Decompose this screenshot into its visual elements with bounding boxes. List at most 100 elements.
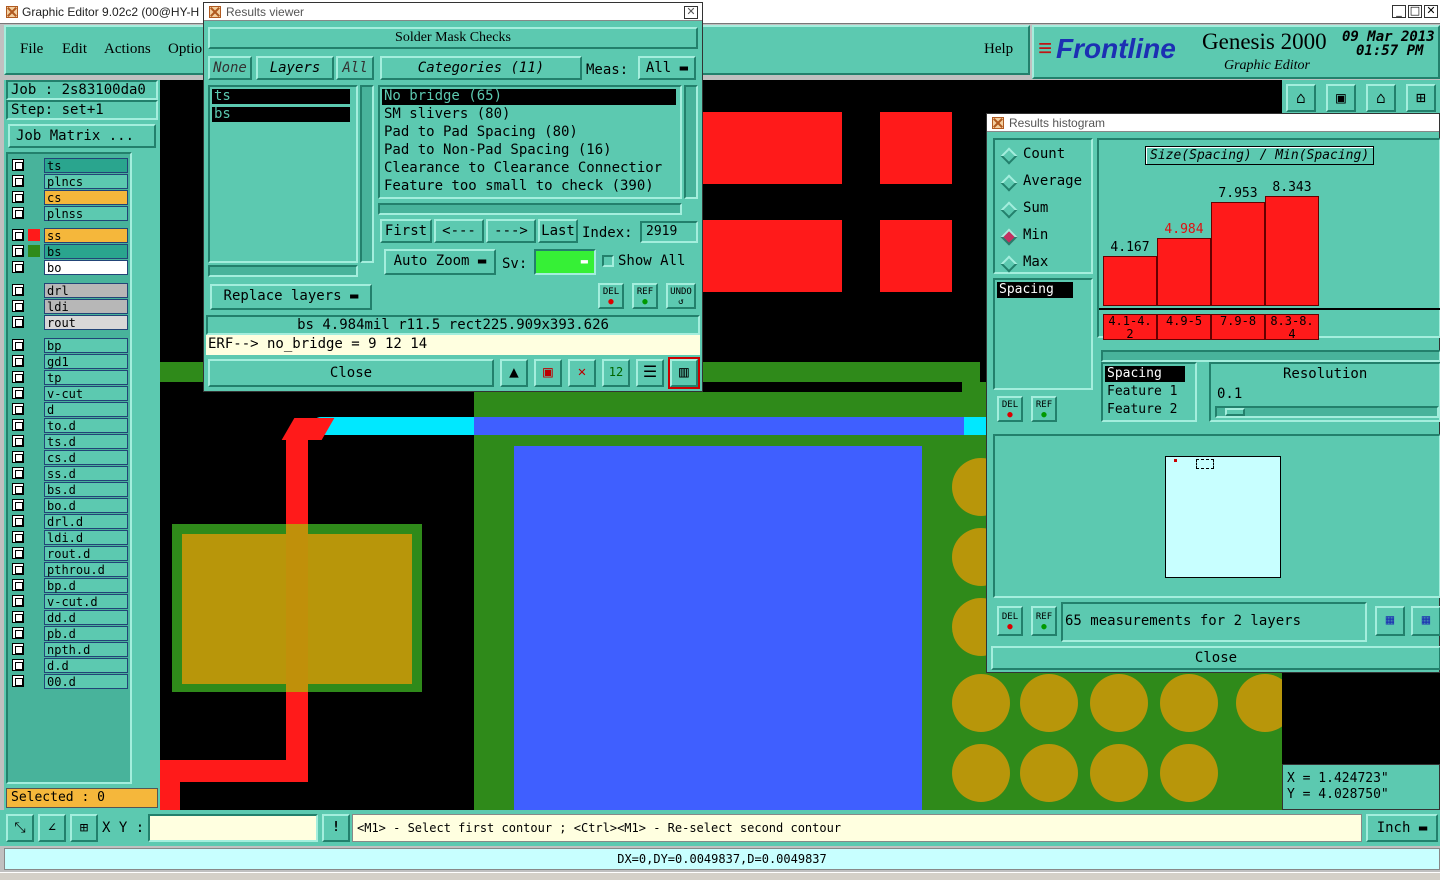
layer-checkbox[interactable] bbox=[12, 610, 24, 623]
layer-row-00.d[interactable]: 00.d bbox=[12, 673, 128, 689]
chart-hscroll[interactable] bbox=[1101, 350, 1440, 362]
first-button[interactable]: First bbox=[380, 219, 432, 243]
layer-row-bp[interactable]: bp bbox=[12, 337, 128, 353]
layer-name[interactable]: bs bbox=[44, 244, 128, 260]
layer-row-plncs[interactable]: plncs bbox=[12, 174, 128, 189]
layer-name[interactable]: npth.d bbox=[44, 641, 128, 657]
layer-name[interactable]: pb.d bbox=[44, 625, 128, 641]
layer-row-drl.d[interactable]: drl.d bbox=[12, 513, 128, 529]
exclaim-button[interactable]: ! bbox=[322, 814, 350, 842]
none-button[interactable]: None bbox=[208, 56, 252, 80]
layer-row-ldi.d[interactable]: ldi.d bbox=[12, 529, 128, 545]
field-item[interactable]: Feature 1 bbox=[1105, 384, 1185, 400]
hist-del2-button[interactable]: DEL ● bbox=[997, 606, 1023, 636]
layer-name[interactable]: plncs bbox=[44, 174, 128, 189]
histogram-bar[interactable] bbox=[1157, 238, 1211, 306]
layer-row-ts.d[interactable]: ts.d bbox=[12, 433, 128, 449]
layer-checkbox[interactable] bbox=[12, 450, 24, 463]
del-button[interactable]: DEL ● bbox=[598, 283, 624, 309]
menu-actions[interactable]: Actions bbox=[104, 41, 151, 58]
replace-layers-button[interactable]: Replace layers ▬ bbox=[210, 284, 372, 310]
layer-checkbox[interactable] bbox=[12, 159, 24, 171]
histogram-icon[interactable]: ▥ bbox=[668, 357, 700, 389]
layer-checkbox[interactable] bbox=[12, 482, 24, 495]
layer-row-pthrou.d[interactable]: pthrou.d bbox=[12, 561, 128, 577]
field-item[interactable]: Spacing bbox=[1105, 366, 1185, 382]
menu-help[interactable]: Help bbox=[984, 41, 1013, 58]
layer-row-pb.d[interactable]: pb.d bbox=[12, 625, 128, 641]
layer-name[interactable]: bo.d bbox=[44, 497, 128, 513]
category-hscroll[interactable] bbox=[378, 203, 682, 215]
building-icon[interactable]: ⌂ bbox=[1366, 84, 1396, 112]
layer-name[interactable]: tp bbox=[44, 369, 128, 385]
export2-icon[interactable]: ▦ bbox=[1411, 606, 1440, 636]
layer-row-ts[interactable]: ts bbox=[12, 158, 128, 173]
layer-name[interactable]: bo bbox=[44, 260, 128, 276]
layer-checkbox[interactable] bbox=[12, 338, 24, 351]
radio-average[interactable] bbox=[1000, 174, 1018, 192]
layer-checkbox[interactable] bbox=[12, 386, 24, 399]
hist-del-button[interactable]: DEL ● bbox=[997, 396, 1023, 422]
index-input[interactable]: 2919 bbox=[640, 221, 698, 243]
layer-name[interactable]: cs bbox=[44, 190, 128, 205]
layer-name[interactable]: bs.d bbox=[44, 481, 128, 497]
ref-clear-icon[interactable]: ✕ bbox=[568, 359, 596, 387]
layer-name[interactable]: ldi.d bbox=[44, 529, 128, 545]
layer-listbox-item[interactable]: ts bbox=[212, 89, 350, 104]
menu-options[interactable]: Optio bbox=[168, 41, 202, 58]
hist-ref-button[interactable]: REF ● bbox=[1031, 396, 1057, 422]
layer-checkbox[interactable] bbox=[12, 466, 24, 479]
category-item[interactable]: Clearance to Clearance Connectior bbox=[382, 161, 676, 177]
prev-button[interactable]: <--- bbox=[434, 219, 484, 243]
layer-row-bo.d[interactable]: bo.d bbox=[12, 497, 128, 513]
radio-count[interactable] bbox=[1000, 147, 1018, 165]
layer-name[interactable]: rout bbox=[44, 314, 128, 330]
layer-hscroll[interactable] bbox=[208, 265, 358, 277]
histogram-listbox[interactable]: Spacing bbox=[993, 278, 1093, 390]
category-item[interactable]: Pad to Non-Pad Spacing (16) bbox=[382, 143, 676, 159]
layer-row-bs[interactable]: bs bbox=[12, 244, 128, 260]
layer-checkbox[interactable] bbox=[12, 315, 24, 328]
layer-name[interactable]: bp.d bbox=[44, 577, 128, 593]
layer-row-rout.d[interactable]: rout.d bbox=[12, 545, 128, 561]
last-button[interactable]: Last bbox=[538, 219, 578, 243]
grid-icon[interactable]: ⊞ bbox=[1406, 84, 1436, 112]
layer-row-dd.d[interactable]: dd.d bbox=[12, 609, 128, 625]
radio-min[interactable] bbox=[1000, 228, 1018, 246]
layer-name[interactable]: d bbox=[44, 401, 128, 417]
layer-name[interactable]: v-cut bbox=[44, 385, 128, 401]
ref-button[interactable]: REF ● bbox=[632, 283, 658, 309]
layer-name[interactable]: bp bbox=[44, 337, 128, 353]
layer-checkbox[interactable] bbox=[12, 283, 24, 296]
menu-file[interactable]: File bbox=[20, 41, 43, 58]
layer-row-plnss[interactable]: plnss bbox=[12, 206, 128, 221]
radio-sum[interactable] bbox=[1000, 201, 1018, 219]
next-button[interactable]: ---> bbox=[486, 219, 536, 243]
layer-name[interactable]: rout.d bbox=[44, 545, 128, 561]
histogram-bar[interactable] bbox=[1103, 256, 1157, 306]
layer-checkbox[interactable] bbox=[12, 562, 24, 575]
num-icon[interactable]: 12 bbox=[602, 359, 630, 387]
layer-checkbox[interactable] bbox=[12, 642, 24, 655]
layer-row-ss[interactable]: ss bbox=[12, 228, 128, 244]
layer-checkbox[interactable] bbox=[12, 245, 24, 258]
layer-checkbox[interactable] bbox=[12, 418, 24, 431]
layer-checkbox[interactable] bbox=[12, 546, 24, 559]
layer-checkbox[interactable] bbox=[12, 498, 24, 511]
show-all-checkbox[interactable] bbox=[602, 255, 614, 267]
angle-icon[interactable]: ∠ bbox=[38, 814, 66, 842]
all-layers-button[interactable]: All bbox=[336, 56, 374, 80]
sv-color-select[interactable]: ▬ bbox=[534, 249, 596, 275]
layer-name[interactable]: 00.d bbox=[44, 673, 128, 689]
field-item[interactable]: Feature 2 bbox=[1105, 402, 1185, 418]
layer-row-d[interactable]: d bbox=[12, 401, 128, 417]
histogram-close-button[interactable]: Close bbox=[991, 646, 1440, 670]
menu-edit[interactable]: Edit bbox=[62, 41, 87, 58]
layer-row-ss.d[interactable]: ss.d bbox=[12, 465, 128, 481]
category-item[interactable]: Feature too small to check (390) bbox=[382, 179, 676, 195]
layer-checkbox[interactable] bbox=[12, 658, 24, 671]
layer-name[interactable]: ts bbox=[44, 158, 128, 173]
layer-checkbox[interactable] bbox=[12, 261, 24, 274]
layer-name[interactable]: drl bbox=[44, 282, 128, 298]
save-icon[interactable]: ▣ bbox=[1326, 84, 1356, 112]
